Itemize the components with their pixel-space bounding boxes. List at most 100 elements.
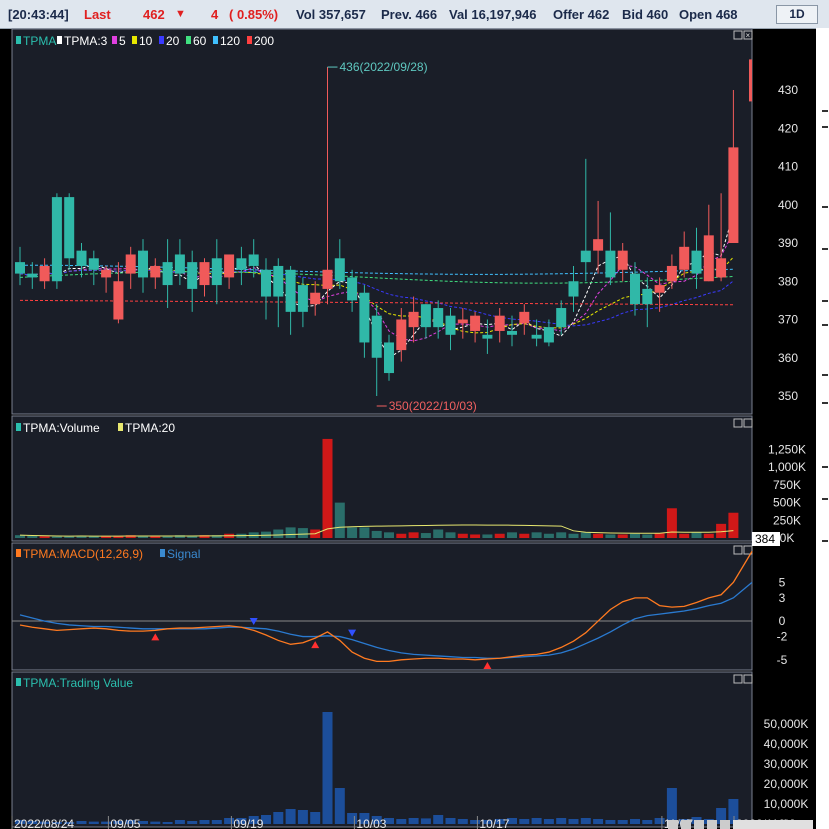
volume-bar: [457, 533, 468, 538]
legend-swatch: [57, 36, 62, 44]
zoom-reset-icon: [681, 820, 691, 829]
scroll-right-icon: [720, 820, 730, 829]
value-legend: TPMA:Trading Value: [16, 676, 133, 690]
value-bar: [568, 819, 579, 824]
volume-bar: [519, 533, 530, 538]
last-candle-body: [749, 59, 752, 102]
value-tick-label: 50,000K: [764, 717, 809, 731]
macd-legend-item: TPMA:MACD(12,26,9): [23, 547, 143, 561]
candle-body: [396, 319, 407, 351]
zoom-controls[interactable]: [668, 820, 813, 829]
legend-swatch: [186, 36, 191, 44]
scrollbar[interactable]: [733, 820, 813, 829]
value-bar: [593, 819, 604, 824]
period-button[interactable]: 1D: [776, 5, 818, 24]
candle-body: [371, 315, 382, 358]
candle-body: [568, 281, 579, 297]
last-label: Last: [84, 7, 111, 22]
volume-bar: [384, 532, 394, 538]
zoom-out-icon: [668, 820, 678, 829]
volume-bar: [605, 534, 616, 538]
low-annotation: 350(2022/10/03): [389, 399, 477, 413]
candle-body: [728, 147, 739, 243]
volume-last-tag: 384: [755, 532, 775, 546]
value-bar: [322, 712, 333, 824]
candle-body: [482, 334, 493, 339]
price-legend-item: TPMA: [23, 34, 56, 48]
candle-body: [15, 262, 25, 274]
macd-tick-label: 0: [779, 614, 786, 628]
candle-body: [543, 327, 554, 343]
change-value: 4: [211, 7, 219, 22]
value-bar: [211, 820, 222, 824]
volume-bar: [347, 527, 358, 538]
price-legend-item: 20: [166, 34, 180, 48]
volume-bar: [556, 532, 567, 538]
volume-bar: [27, 535, 38, 538]
volume-bar: [334, 502, 345, 538]
macd-tick-label: 5: [779, 575, 786, 589]
candle-body: [51, 197, 62, 282]
candle-body: [162, 262, 173, 286]
x-tick-label: 10/03: [356, 817, 386, 829]
volume-legend-item: TPMA:Volume: [23, 421, 100, 435]
price-legend-item: 10: [139, 34, 153, 48]
volume-bar: [64, 536, 75, 538]
volume-tick-label: 1,250K: [768, 443, 806, 457]
trading-value-text: Val 16,197,946: [449, 7, 537, 22]
candle-body: [580, 250, 591, 263]
volume-bar: [617, 534, 628, 538]
candle-body: [457, 319, 468, 324]
volume-bar: [470, 534, 481, 538]
macd-tick-label: -5: [777, 653, 788, 667]
candle-body: [556, 308, 567, 328]
volume-bar: [445, 532, 456, 538]
value-bar: [420, 818, 431, 824]
price-tick-label: 390: [778, 236, 798, 250]
last-price: 462: [143, 7, 165, 22]
macd-tick-label: 3: [779, 591, 786, 605]
candle-body: [150, 265, 161, 278]
value-bar: [150, 821, 161, 824]
price-tick-label: 370: [778, 313, 798, 327]
value-bar: [297, 810, 308, 824]
candle-body: [211, 258, 222, 286]
volume-bar: [39, 536, 50, 538]
volume-bar: [433, 529, 444, 538]
value-bar: [580, 818, 591, 824]
volume-tick-label: 750K: [773, 478, 801, 492]
volume-tick-label: 500K: [773, 496, 801, 510]
legend-swatch: [159, 36, 164, 44]
candle-body: [236, 258, 247, 270]
volume-bar: [396, 533, 407, 538]
volume-bar: [691, 532, 702, 538]
value-bar: [457, 819, 468, 824]
candle-body: [347, 277, 358, 301]
value-bar: [630, 819, 640, 824]
candle-body: [617, 250, 628, 270]
candle-body: [445, 315, 456, 335]
candle-body: [384, 342, 394, 374]
chart-area[interactable]: × TPMA TPMA:3 5 10 20 60 120 200 TPMA:Volume TP…: [0, 28, 816, 829]
legend-swatch: [16, 36, 21, 44]
candle-body: [248, 254, 259, 266]
candle-body: [359, 292, 370, 343]
price-legend-item: 120: [220, 34, 240, 48]
value-panel-bg: [12, 672, 752, 827]
candle-body: [297, 285, 308, 312]
volume-panel-bg: [12, 416, 752, 541]
value-bar: [605, 820, 616, 824]
volume-bar: [543, 533, 554, 538]
value-bar: [334, 788, 345, 824]
volume-bar: [728, 512, 739, 538]
right-edge-strip: [816, 28, 829, 829]
value-tick-label: 10,000K: [764, 797, 809, 811]
value-bar: [531, 818, 542, 824]
volume-bar: [408, 532, 419, 538]
volume-bar: [531, 532, 542, 538]
volume-bar: [568, 533, 579, 538]
value-bar: [445, 818, 456, 824]
value-legend-item: TPMA:Trading Value: [23, 676, 133, 690]
candle-body: [27, 273, 38, 278]
candle-body: [630, 273, 640, 305]
